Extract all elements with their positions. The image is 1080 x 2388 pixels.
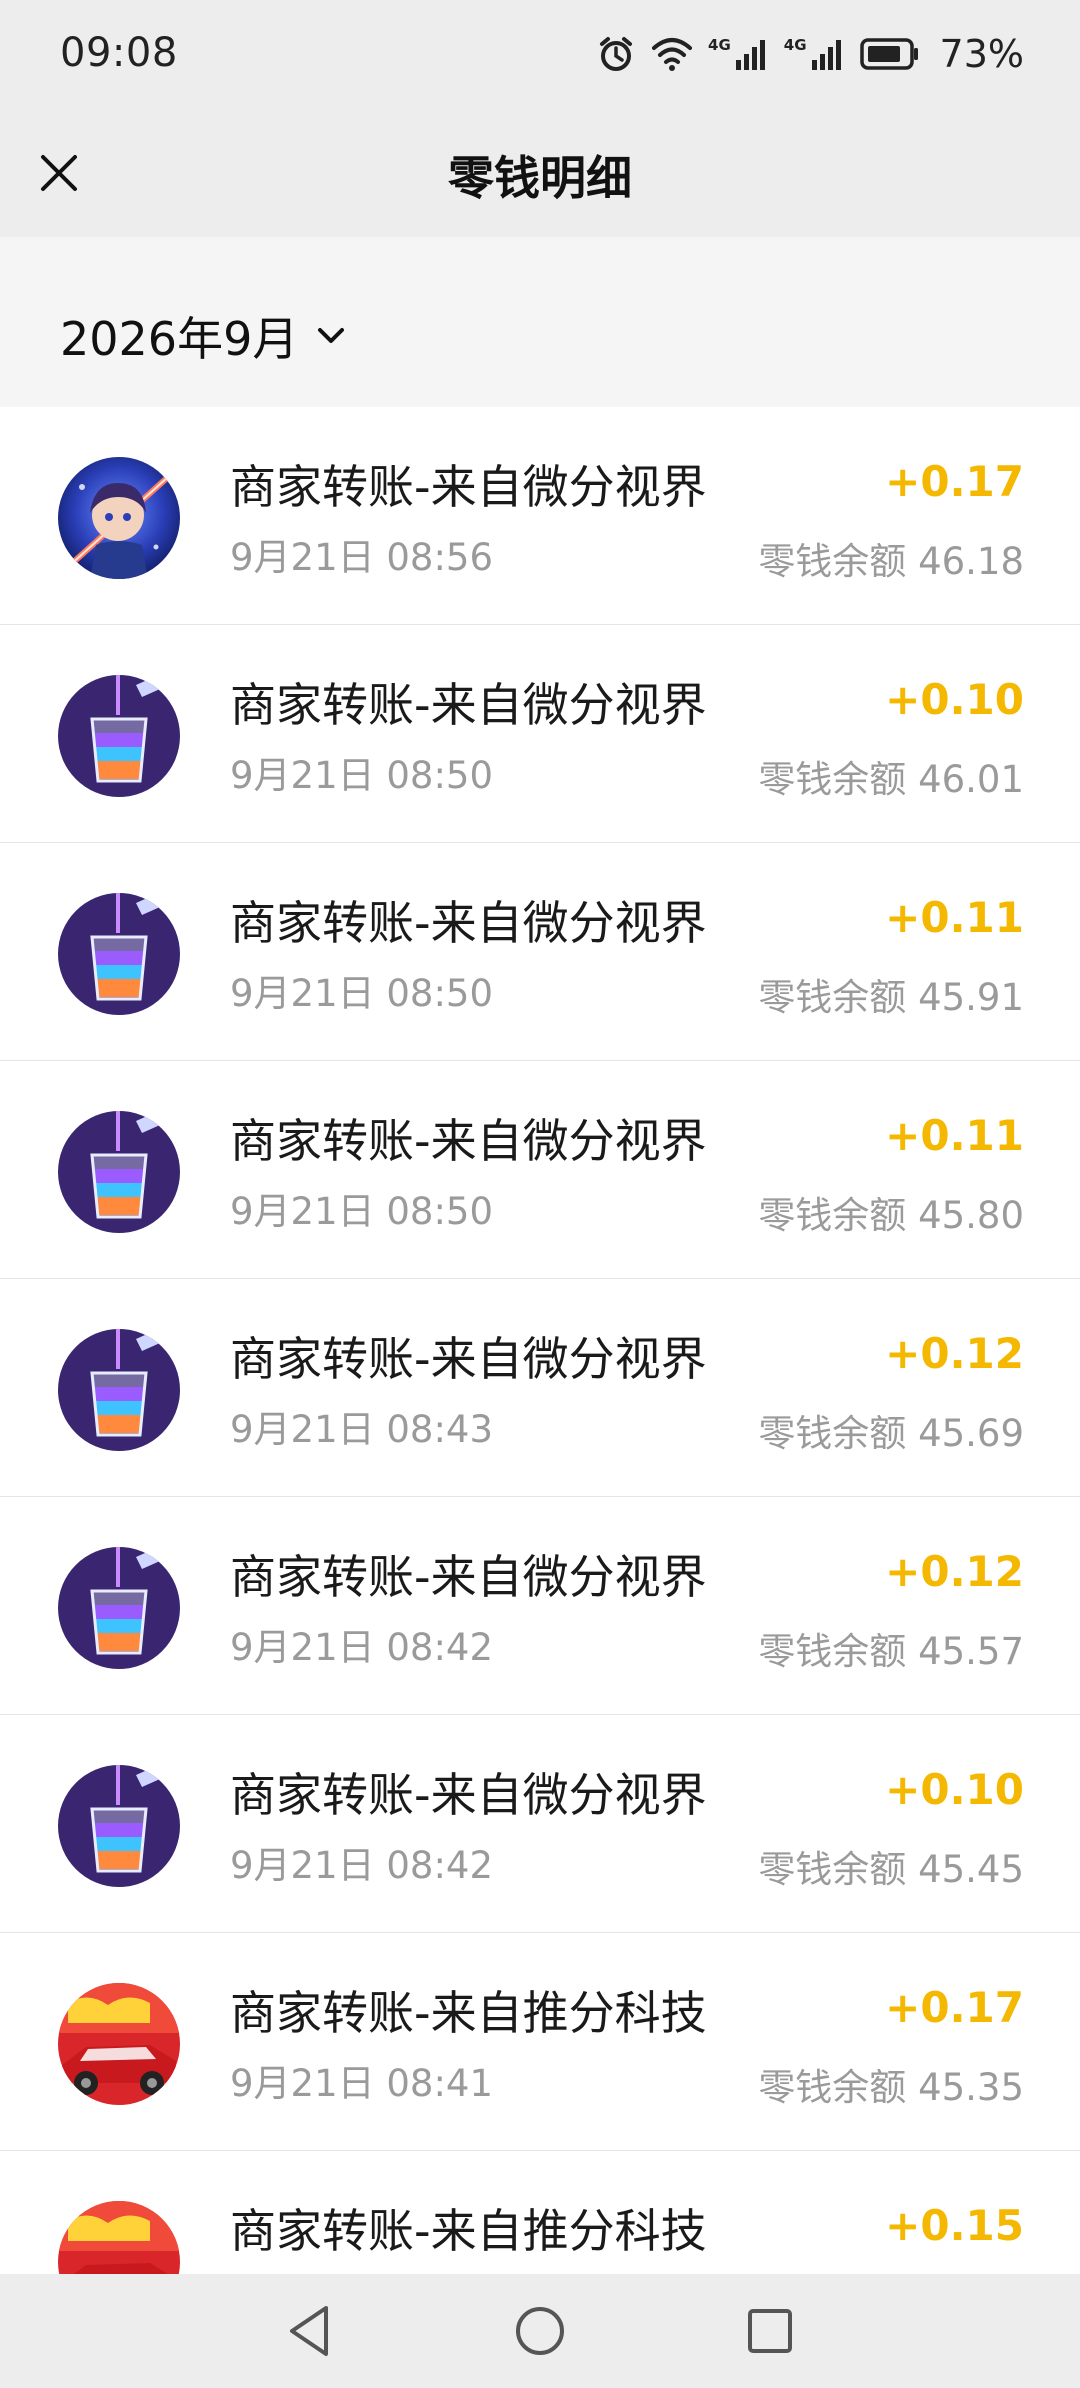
alarm-icon bbox=[600, 37, 633, 71]
home-circle-icon bbox=[516, 2307, 564, 2355]
transaction-amount: +0.15 bbox=[885, 2201, 1024, 2250]
signal-4g-icon: 4G bbox=[708, 36, 770, 72]
transaction-amount: +0.12 bbox=[885, 1547, 1024, 1596]
transaction-row[interactable]: 商家转账-来自微分视界 9月21日 08:50 +0.11 零钱余额 45.80 bbox=[0, 1061, 1080, 1279]
transaction-title: 商家转账-来自推分科技 bbox=[230, 1986, 707, 2040]
transaction-row[interactable]: 商家转账-来自微分视界 9月21日 08:56 +0.17 零钱余额 46.18 bbox=[0, 407, 1080, 625]
transaction-row[interactable]: 商家转账-来自微分视界 9月21日 08:43 +0.12 零钱余额 45.69 bbox=[0, 1279, 1080, 1497]
balance-after: 零钱余额 45.80 bbox=[758, 1194, 1024, 1237]
battery-percent: 73% bbox=[939, 32, 1024, 76]
transaction-amount: +0.10 bbox=[885, 1765, 1024, 1814]
transaction-amount: +0.12 bbox=[885, 1329, 1024, 1378]
transaction-title: 商家转账-来自推分科技 bbox=[230, 2204, 707, 2258]
network-label: 4G bbox=[708, 36, 731, 54]
chevron-down-icon bbox=[318, 328, 345, 343]
balance-after: 零钱余额 46.01 bbox=[758, 758, 1024, 801]
transaction-title: 商家转账-来自微分视界 bbox=[230, 678, 707, 732]
status-time: 09:08 bbox=[60, 30, 178, 76]
month-selector[interactable]: 2026年9月 bbox=[60, 303, 346, 369]
drink-cup-avatar bbox=[58, 1111, 180, 1233]
transaction-time: 9月21日 08:41 bbox=[230, 2062, 494, 2105]
drink-cup-avatar bbox=[58, 1765, 180, 1887]
home-button[interactable] bbox=[505, 2296, 575, 2366]
transaction-row[interactable]: 商家转账-来自推分科技 9月21日 08:41 +0.17 零钱余额 45.35 bbox=[0, 1933, 1080, 2151]
drink-cup-avatar bbox=[58, 893, 180, 1015]
balance-after: 零钱余额 46.18 bbox=[758, 540, 1024, 583]
network-label: 4G bbox=[783, 36, 807, 54]
transaction-time: 9月21日 08:50 bbox=[230, 972, 494, 1015]
transaction-title: 商家转账-来自微分视界 bbox=[230, 1332, 707, 1386]
system-navigation-bar bbox=[0, 2274, 1080, 2388]
transaction-title: 商家转账-来自微分视界 bbox=[230, 896, 707, 950]
race-car-avatar bbox=[58, 1983, 180, 2105]
back-button[interactable] bbox=[274, 2296, 344, 2366]
transaction-time: 9月21日 08:56 bbox=[230, 536, 494, 579]
battery-icon bbox=[859, 38, 918, 70]
transaction-row[interactable]: 商家转账-来自微分视界 9月21日 08:50 +0.10 零钱余额 46.01 bbox=[0, 625, 1080, 843]
balance-after: 零钱余额 45.91 bbox=[758, 976, 1024, 1019]
transaction-amount: +0.10 bbox=[885, 675, 1024, 724]
balance-after: 零钱余额 45.57 bbox=[758, 1630, 1024, 1673]
back-triangle-icon bbox=[290, 2306, 328, 2356]
anime-avatar bbox=[58, 457, 180, 579]
transaction-amount: +0.11 bbox=[885, 1111, 1024, 1160]
transaction-row[interactable]: 商家转账-来自微分视界 9月21日 08:42 +0.12 零钱余额 45.57 bbox=[0, 1497, 1080, 1715]
recents-button[interactable] bbox=[735, 2296, 805, 2366]
status-icons: 4G 4G 73% bbox=[596, 28, 1024, 80]
balance-after: 零钱余额 45.45 bbox=[758, 1848, 1024, 1891]
transaction-row[interactable]: 商家转账-来自微分视界 9月21日 08:42 +0.10 零钱余额 45.45 bbox=[0, 1715, 1080, 1933]
status-bar: 09:08 4G 4G 73% bbox=[0, 0, 1080, 110]
drink-cup-avatar bbox=[58, 1329, 180, 1451]
transaction-title: 商家转账-来自微分视界 bbox=[230, 1550, 707, 1604]
transaction-time: 9月21日 08:50 bbox=[230, 754, 494, 797]
transaction-title: 商家转账-来自微分视界 bbox=[230, 1114, 707, 1168]
wifi-icon bbox=[652, 38, 693, 71]
transaction-time: 9月21日 08:42 bbox=[230, 1844, 494, 1887]
transaction-title: 商家转账-来自微分视界 bbox=[230, 1768, 707, 1822]
page-title: 零钱明细 bbox=[448, 151, 632, 205]
month-label: 2026年9月 bbox=[60, 312, 299, 366]
transaction-list: 商家转账-来自微分视界 9月21日 08:56 +0.17 零钱余额 46.18… bbox=[0, 407, 1080, 2369]
transaction-row[interactable]: 商家转账-来自微分视界 9月21日 08:50 +0.11 零钱余额 45.91 bbox=[0, 843, 1080, 1061]
transaction-title: 商家转账-来自微分视界 bbox=[230, 460, 707, 514]
drink-cup-avatar bbox=[58, 675, 180, 797]
transaction-amount: +0.17 bbox=[885, 1983, 1024, 2032]
transaction-time: 9月21日 08:42 bbox=[230, 1626, 494, 1669]
transaction-amount: +0.17 bbox=[885, 457, 1024, 506]
signal-bars bbox=[811, 40, 841, 70]
balance-after: 零钱余额 45.69 bbox=[758, 1412, 1024, 1455]
top-bar: 零钱明细 bbox=[0, 110, 1080, 237]
transaction-time: 9月21日 08:50 bbox=[230, 1190, 494, 1233]
balance-after: 零钱余额 45.35 bbox=[758, 2066, 1024, 2109]
drink-cup-avatar bbox=[58, 1547, 180, 1669]
recents-square-icon bbox=[748, 2309, 792, 2353]
transaction-amount: +0.11 bbox=[885, 893, 1024, 942]
transaction-time: 9月21日 08:43 bbox=[230, 1408, 494, 1451]
signal-bars bbox=[735, 40, 765, 70]
month-filter-bar: 2026年9月 bbox=[0, 237, 1080, 407]
signal-4g-icon: 4G bbox=[784, 36, 846, 72]
